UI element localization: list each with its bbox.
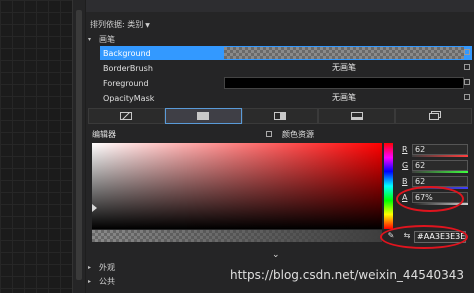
alpha-highlight-oval xyxy=(396,186,464,212)
background-brush-preview[interactable] xyxy=(224,47,464,59)
watermark: https://blog.csdn.net/weixin_44540343 xyxy=(230,268,465,282)
property-row-foreground[interactable]: Foreground xyxy=(100,76,472,90)
blue-label: B xyxy=(402,177,408,186)
appearance-section-header[interactable]: ▸ 外观 xyxy=(88,262,115,273)
advanced-options-marker[interactable] xyxy=(464,49,470,55)
sort-dropdown[interactable]: 排列依据: 类别 ▼ xyxy=(90,19,150,30)
solid-color-brush-icon xyxy=(197,112,210,120)
property-name: BorderBrush xyxy=(103,63,153,73)
editor-label: 编辑器 xyxy=(92,130,116,139)
advanced-options-marker[interactable] xyxy=(464,64,470,70)
brush-section-label: 画笔 xyxy=(99,35,115,44)
borderbrush-value[interactable]: 无画笔 xyxy=(224,62,464,74)
property-row-opacitymask[interactable]: OpacityMask 无画笔 xyxy=(100,91,472,105)
property-name: Foreground xyxy=(103,78,149,88)
gradient-brush-tab[interactable] xyxy=(241,108,319,124)
expand-triangle-icon: ▸ xyxy=(88,278,92,285)
property-row-background[interactable]: Background xyxy=(100,46,472,60)
advanced-options-marker[interactable] xyxy=(464,79,470,85)
properties-panel: 排列依据: 类别 ▼ ▾ 画笔 Background BorderBrush 无画… xyxy=(86,0,474,293)
green-input[interactable]: 62 xyxy=(412,160,468,171)
design-surface xyxy=(0,0,73,293)
scrollbar-thumb[interactable] xyxy=(76,10,82,280)
chevron-down-icon: ▼ xyxy=(145,22,150,29)
opacitymask-value[interactable]: 无画笔 xyxy=(224,92,464,104)
green-channel: G 62 xyxy=(400,159,470,175)
color-selector-handle[interactable] xyxy=(92,204,97,212)
no-brush-tab[interactable] xyxy=(88,108,165,124)
expand-triangle-icon: ▸ xyxy=(88,264,92,271)
advanced-options-marker[interactable] xyxy=(464,94,470,100)
common-section-label: 公共 xyxy=(99,277,115,286)
color-resources-tab[interactable]: 颜色资源 xyxy=(282,129,314,140)
alpha-preview-strip[interactable] xyxy=(92,230,382,242)
panel-toolbar xyxy=(86,0,474,12)
image-brush-icon xyxy=(350,112,363,120)
brush-type-tabs xyxy=(88,108,472,124)
gradient-brush-icon xyxy=(273,112,286,120)
brush-section-header[interactable]: ▾ 画笔 xyxy=(88,34,115,45)
appearance-section-label: 外观 xyxy=(99,263,115,272)
green-slider[interactable] xyxy=(412,171,468,173)
property-name: Background xyxy=(103,48,151,58)
saturation-value-field[interactable] xyxy=(92,143,382,229)
red-label: R xyxy=(402,145,408,154)
property-name: OpacityMask xyxy=(103,93,155,103)
red-channel: R 62 xyxy=(400,143,470,159)
editor-toggle[interactable] xyxy=(266,131,272,137)
sort-label: 排列依据: 类别 xyxy=(90,20,144,29)
property-row-borderbrush[interactable]: BorderBrush 无画笔 xyxy=(100,61,472,75)
red-input[interactable]: 62 xyxy=(412,144,468,155)
foreground-brush-preview[interactable] xyxy=(224,77,464,89)
expand-triangle-icon: ▾ xyxy=(88,36,92,43)
solid-color-brush-tab[interactable] xyxy=(164,108,242,124)
hue-slider[interactable] xyxy=(384,143,393,229)
image-brush-tab[interactable] xyxy=(318,108,396,124)
chevron-down-icon[interactable]: ⌄ xyxy=(272,250,280,260)
red-slider[interactable] xyxy=(412,155,468,157)
hex-highlight-oval xyxy=(380,225,468,249)
resource-brush-tab[interactable] xyxy=(395,108,472,124)
green-label: G xyxy=(402,161,409,170)
resource-brush-icon xyxy=(428,112,439,120)
blue-input[interactable]: 62 xyxy=(412,176,468,187)
common-section-header[interactable]: ▸ 公共 xyxy=(88,276,115,287)
no-brush-icon xyxy=(120,112,133,120)
